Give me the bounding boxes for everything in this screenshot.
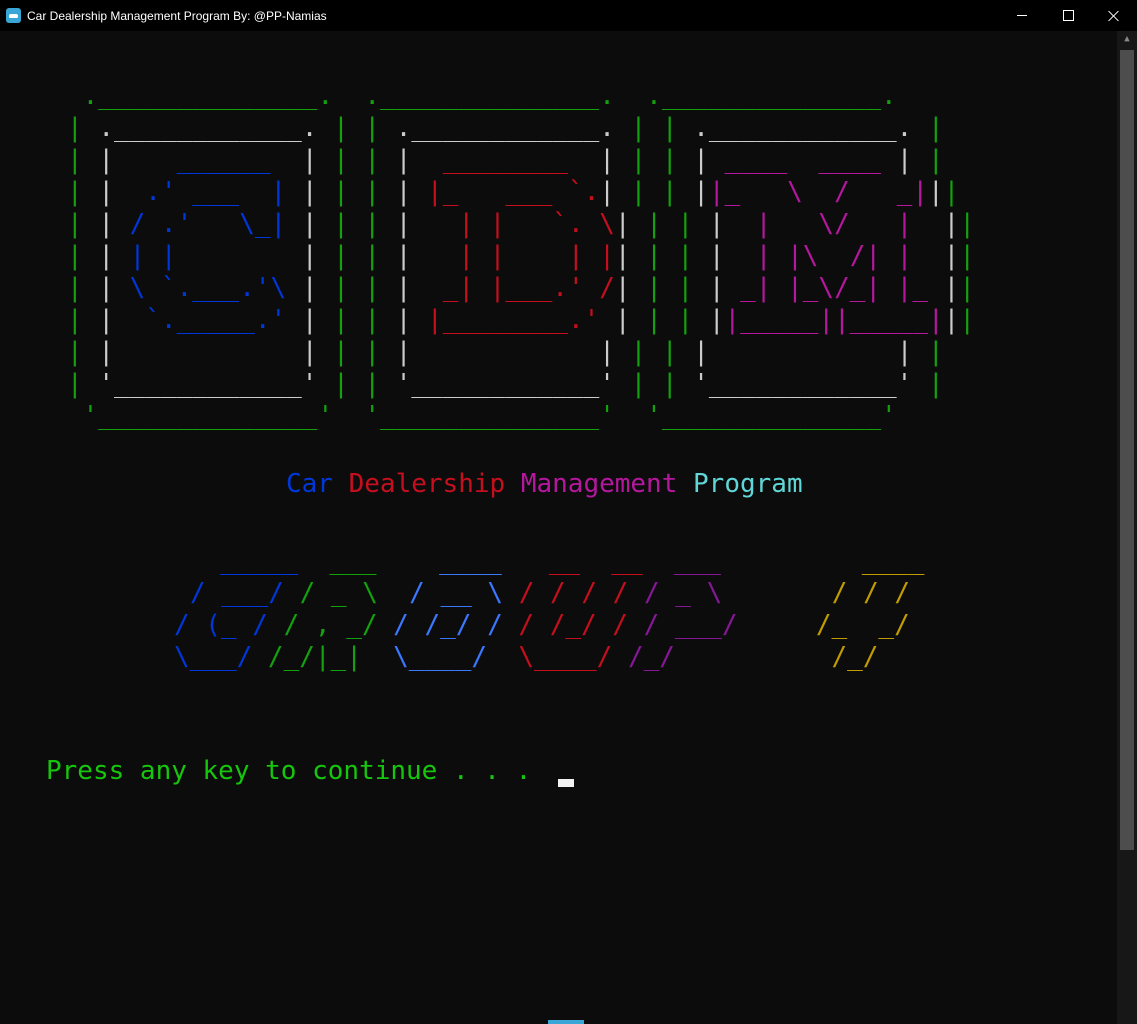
close-button[interactable] bbox=[1091, 0, 1137, 31]
taskbar-indicator bbox=[548, 1020, 584, 1024]
minimize-icon bbox=[1017, 15, 1027, 16]
vertical-scrollbar[interactable]: ▲ bbox=[1117, 31, 1137, 1024]
title-word-dealership: Dealership bbox=[348, 469, 506, 499]
banner-ascii-art: .______________. .______________. ._____… bbox=[67, 81, 975, 431]
close-icon bbox=[1108, 10, 1120, 22]
maximize-icon bbox=[1062, 10, 1074, 21]
arrow-up-icon[interactable]: ▲ bbox=[1117, 31, 1137, 48]
title-word-program: Program bbox=[693, 469, 803, 499]
text-cursor bbox=[558, 779, 574, 787]
title-bar: Car Dealership Management Program By: @P… bbox=[0, 0, 1137, 31]
scrollbar-thumb[interactable] bbox=[1120, 50, 1134, 850]
terminal-app-icon bbox=[6, 8, 21, 23]
continue-prompt: Press any key to continue . . . bbox=[46, 756, 547, 786]
title-word-management: Management bbox=[520, 469, 678, 499]
logo-row-2: / ___/ / _ \ / __ \ / / / / / _ \ / / / bbox=[190, 578, 911, 608]
logo-row-3: / (_ / / , _/ / /_/ / / /_/ / / ___/ /_ … bbox=[174, 610, 910, 640]
console-output[interactable]: .______________. .______________. ._____… bbox=[0, 31, 1117, 1024]
program-title: Car Dealership Management Program bbox=[286, 468, 803, 500]
title-word-car: Car bbox=[286, 469, 333, 499]
minimize-button[interactable] bbox=[999, 0, 1045, 31]
window-title: Car Dealership Management Program By: @P… bbox=[27, 9, 327, 23]
logo-row-1: _____ ___ ____ __ __ ___ ____ bbox=[220, 546, 925, 576]
maximize-button[interactable] bbox=[1045, 0, 1091, 31]
logo-row-4: \___/ /_/|_| \____/ \____/ /_/ /_/ bbox=[174, 642, 879, 672]
